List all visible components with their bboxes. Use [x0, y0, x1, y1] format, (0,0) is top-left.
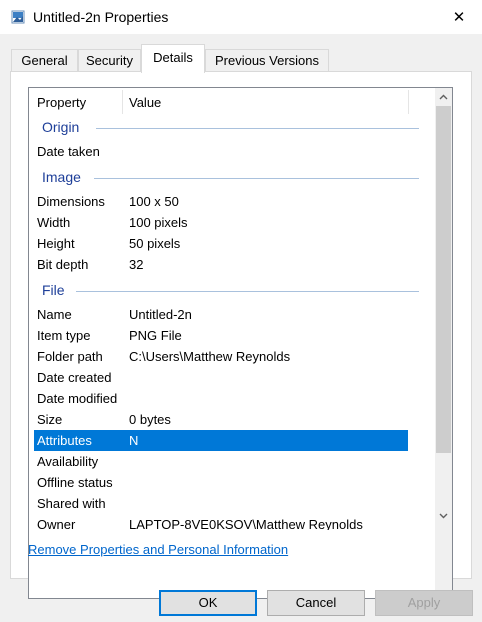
- property-value: 32: [129, 257, 144, 272]
- property-name: Folder path: [37, 349, 103, 364]
- list-item[interactable]: Date modified: [34, 388, 408, 409]
- close-icon: ✕: [452, 9, 466, 26]
- tab-details[interactable]: Details: [141, 44, 205, 73]
- property-value: 100 x 50: [129, 194, 179, 209]
- cancel-button[interactable]: Cancel: [267, 590, 365, 616]
- property-name: Height: [37, 236, 75, 251]
- list-item[interactable]: Folder path C:\Users\Matthew Reynolds: [34, 346, 408, 367]
- list-item[interactable]: Size 0 bytes: [34, 409, 408, 430]
- property-name: Size: [37, 412, 63, 427]
- list-item-selected[interactable]: Attributes N: [34, 430, 408, 451]
- list-item[interactable]: Bit depth 32: [34, 254, 408, 275]
- property-name: Attributes: [37, 433, 92, 448]
- tab-general[interactable]: General: [11, 49, 78, 72]
- property-name: Date created: [37, 370, 112, 385]
- list-item[interactable]: Dimensions 100 x 50: [34, 191, 408, 212]
- list-item[interactable]: Item type PNG File: [34, 325, 408, 346]
- property-value: 50 pixels: [129, 236, 181, 251]
- property-value: PNG File: [129, 328, 182, 343]
- property-name: Date taken: [37, 144, 100, 159]
- list-item[interactable]: Width 100 pixels: [34, 212, 408, 233]
- tab-previous-versions[interactable]: Previous Versions: [205, 49, 329, 72]
- list-item[interactable]: Owner LAPTOP-8VE0KSOV\Matthew Reynolds: [34, 514, 408, 530]
- property-name: Name: [37, 307, 72, 322]
- column-divider[interactable]: [122, 90, 123, 114]
- column-header-value[interactable]: Value: [129, 95, 161, 110]
- apply-button[interactable]: Apply: [375, 590, 473, 616]
- chevron-down-icon: [439, 513, 448, 518]
- image-file-icon: [11, 10, 25, 24]
- property-name: Date modified: [37, 391, 118, 406]
- group-divider: [96, 128, 419, 129]
- scroll-up-button[interactable]: [435, 88, 452, 105]
- chevron-up-icon: [439, 94, 448, 99]
- tab-security[interactable]: Security: [78, 49, 141, 72]
- property-value: C:\Users\Matthew Reynolds: [129, 349, 291, 364]
- property-value: 100 pixels: [129, 215, 188, 230]
- list-item[interactable]: Date taken: [34, 141, 408, 162]
- group-heading-image: Image: [42, 169, 81, 185]
- property-value: Untitled-2n: [129, 307, 192, 322]
- property-value: LAPTOP-8VE0KSOV\Matthew Reynolds: [129, 517, 363, 530]
- ok-button[interactable]: OK: [159, 590, 257, 616]
- group-heading-file: File: [42, 282, 65, 298]
- property-name: Offline status: [37, 475, 113, 490]
- property-name: Bit depth: [37, 257, 89, 272]
- title-bar: Untitled-2n Properties ✕: [0, 0, 482, 34]
- list-header: Property Value: [29, 88, 429, 117]
- list-item[interactable]: Offline status: [34, 472, 408, 493]
- property-name: Shared with: [37, 496, 106, 511]
- property-value: 0 bytes: [129, 412, 171, 427]
- remove-properties-link[interactable]: Remove Properties and Personal Informati…: [28, 542, 288, 557]
- list-item[interactable]: Availability: [34, 451, 408, 472]
- list-item[interactable]: Height 50 pixels: [34, 233, 408, 254]
- column-divider[interactable]: [408, 90, 409, 114]
- window-title: Untitled-2n Properties: [33, 9, 169, 25]
- property-name: Width: [37, 215, 71, 230]
- group-heading-origin: Origin: [42, 119, 80, 135]
- close-button[interactable]: ✕: [436, 0, 482, 34]
- vertical-scrollbar[interactable]: [435, 88, 452, 598]
- scrollbar-thumb[interactable]: [436, 106, 451, 453]
- list-item[interactable]: Date created: [34, 367, 408, 388]
- column-header-property[interactable]: Property: [37, 95, 86, 110]
- property-list[interactable]: Property Value Origin Date taken Image D…: [28, 87, 453, 599]
- scroll-down-button[interactable]: [435, 507, 452, 524]
- list-item[interactable]: Name Untitled-2n: [34, 304, 408, 325]
- details-panel: Property Value Origin Date taken Image D…: [10, 71, 472, 599]
- group-divider: [94, 178, 419, 179]
- property-name: Dimensions: [37, 194, 105, 209]
- property-value: N: [129, 433, 139, 448]
- property-name: Availability: [37, 454, 99, 469]
- group-divider: [76, 291, 419, 292]
- list-item[interactable]: Shared with: [34, 493, 408, 514]
- property-name: Item type: [37, 328, 91, 343]
- property-name: Owner: [37, 517, 76, 530]
